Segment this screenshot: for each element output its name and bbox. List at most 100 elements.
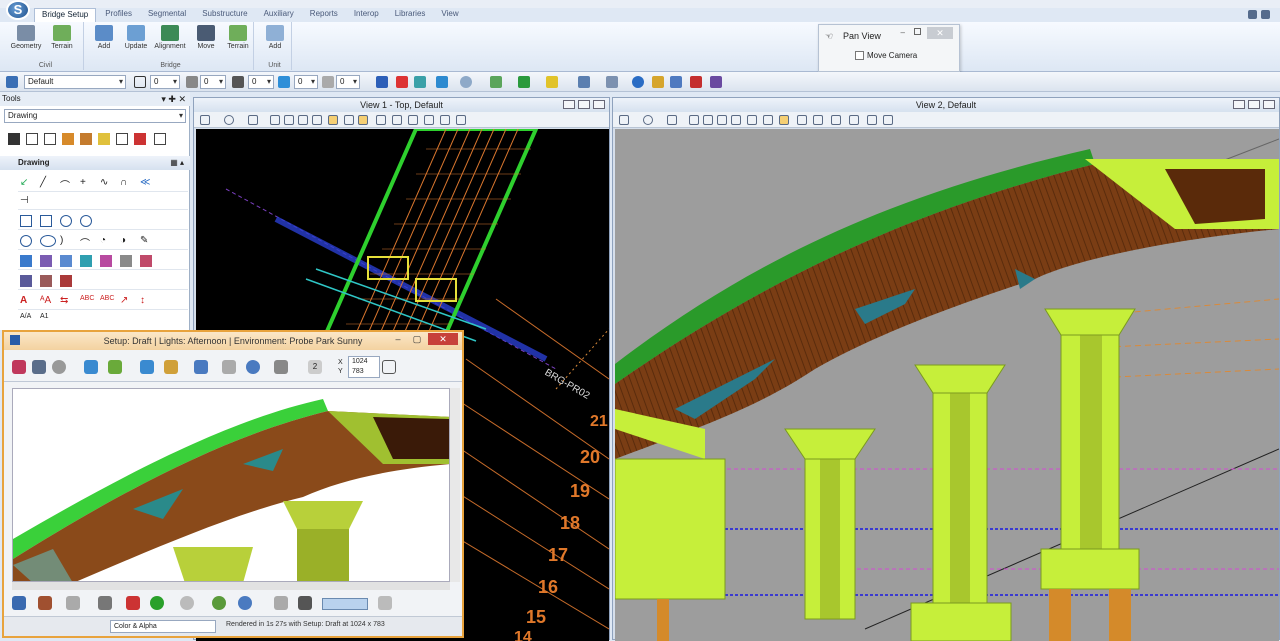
walk-icon[interactable] xyxy=(344,115,354,125)
spell-check-icon[interactable]: ABC xyxy=(80,295,94,307)
alignment-button[interactable]: Alignment xyxy=(154,25,186,50)
place-smartline-icon[interactable]: ↙ xyxy=(20,177,32,189)
close-button[interactable]: ✕ xyxy=(927,27,953,39)
bridge-add-button[interactable]: Add xyxy=(88,25,120,50)
pattern-icon[interactable] xyxy=(670,76,682,88)
cell-library-icon[interactable] xyxy=(40,275,52,287)
color-combo[interactable]: 0 xyxy=(150,75,180,89)
settings-icon[interactable] xyxy=(84,360,98,374)
section-collapse-icon[interactable]: ▦ ▴ xyxy=(170,156,184,170)
place-text-icon[interactable]: A xyxy=(20,295,32,307)
print-icon[interactable] xyxy=(66,596,80,610)
drawing-section-header[interactable]: Drawing ▦ ▴ xyxy=(0,156,190,170)
clip-mask-icon[interactable] xyxy=(867,115,877,125)
exposure-slider[interactable] xyxy=(322,598,368,610)
previous-view-icon[interactable] xyxy=(376,115,386,125)
modify-icon[interactable] xyxy=(80,133,92,145)
copy-view-icon[interactable] xyxy=(408,115,418,125)
place-circle-icon[interactable] xyxy=(80,215,92,227)
select-element-icon[interactable] xyxy=(26,133,38,145)
close-button[interactable]: ✕ xyxy=(428,333,458,345)
settings-icon[interactable] xyxy=(1261,10,1270,19)
save-image-icon[interactable] xyxy=(12,596,26,610)
transparency-combo[interactable]: 0 xyxy=(294,75,318,89)
cube-icon[interactable] xyxy=(32,360,46,374)
place-shape-icon[interactable] xyxy=(40,215,52,227)
environment-icon[interactable] xyxy=(140,360,154,374)
tab-auxiliary[interactable]: Auxiliary xyxy=(257,8,301,22)
circle-icon[interactable] xyxy=(20,235,32,247)
clip-volume-icon[interactable] xyxy=(849,115,859,125)
panel-controls[interactable]: ▾ ✚ ✕ xyxy=(161,92,186,106)
render-size-fields[interactable]: 1024 783 xyxy=(348,356,380,378)
bridge-terrain-button[interactable]: Terrain xyxy=(222,25,254,50)
level-combo[interactable]: Default xyxy=(24,75,126,89)
grid-icon[interactable] xyxy=(518,76,530,88)
tab-segmental[interactable]: Segmental xyxy=(141,8,193,22)
move-button[interactable]: Move xyxy=(190,25,222,50)
text-style-icon[interactable]: ᴬA xyxy=(40,295,52,307)
drop-cell-icon[interactable] xyxy=(60,275,72,287)
region-icon[interactable] xyxy=(100,255,112,267)
fill-icon[interactable] xyxy=(80,255,92,267)
tab-interop[interactable]: Interop xyxy=(347,8,386,22)
exposure-icon[interactable] xyxy=(298,596,312,610)
unit-add-button[interactable]: Add xyxy=(259,25,291,50)
tab-profiles[interactable]: Profiles xyxy=(98,8,139,22)
text-edit-icon[interactable] xyxy=(116,133,128,145)
globe-icon[interactable] xyxy=(238,596,252,610)
ungroup-icon[interactable] xyxy=(140,255,152,267)
measure-icon[interactable] xyxy=(578,76,590,88)
pointer-icon[interactable] xyxy=(8,133,20,145)
delete-icon[interactable] xyxy=(690,76,702,88)
info-icon[interactable] xyxy=(632,76,644,88)
clip-volume-icon[interactable] xyxy=(424,115,434,125)
sphere-icon[interactable] xyxy=(460,76,472,88)
view-control-icon[interactable] xyxy=(376,76,388,88)
minimize-button[interactable]: – xyxy=(901,28,905,37)
select-icon[interactable] xyxy=(436,76,448,88)
render-width[interactable]: 1024 xyxy=(352,358,368,365)
maximize-button[interactable]: ▢ xyxy=(409,333,425,345)
tab-bridge-setup[interactable]: Bridge Setup xyxy=(34,8,97,22)
stop-icon[interactable] xyxy=(52,360,66,374)
clear-icon[interactable] xyxy=(126,596,140,610)
tab-view[interactable]: View xyxy=(434,8,465,22)
fence-icon[interactable] xyxy=(44,133,56,145)
app-logo-icon[interactable]: S xyxy=(6,0,30,20)
next-view-icon[interactable] xyxy=(813,115,823,125)
edit-text-icon[interactable]: ⇆ xyxy=(60,295,72,307)
window-area-icon[interactable] xyxy=(298,115,308,125)
camera-icon[interactable] xyxy=(883,115,893,125)
render-height[interactable]: 783 xyxy=(352,368,364,375)
color-channels-icon[interactable] xyxy=(212,596,226,610)
camera-icon[interactable] xyxy=(274,360,288,374)
timer-icon[interactable] xyxy=(180,596,194,610)
display-style-icon[interactable] xyxy=(224,115,234,125)
priority-combo[interactable]: 0 xyxy=(336,75,360,89)
analyze-icon[interactable] xyxy=(606,76,618,88)
edit-arc-icon[interactable]: ✎ xyxy=(140,235,152,247)
delete-element-icon[interactable] xyxy=(134,133,146,145)
pattern-area-icon[interactable] xyxy=(60,255,72,267)
label-element-icon[interactable]: A1 xyxy=(40,313,52,325)
geometry-button[interactable]: Geometry xyxy=(10,25,42,50)
walk-icon[interactable] xyxy=(763,115,773,125)
minimize-icon[interactable] xyxy=(1233,100,1245,109)
material-icon[interactable] xyxy=(164,360,178,374)
maximize-icon[interactable] xyxy=(578,100,590,109)
zoom-out-icon[interactable] xyxy=(284,115,294,125)
close-icon[interactable] xyxy=(1263,100,1275,109)
maximize-icon[interactable] xyxy=(1248,100,1260,109)
place-polygon-icon[interactable] xyxy=(60,215,72,227)
next-view-icon[interactable] xyxy=(392,115,402,125)
cell-icon[interactable] xyxy=(20,275,32,287)
bridge-update-button[interactable]: Update xyxy=(120,25,152,50)
element-icon[interactable] xyxy=(396,76,408,88)
brush-icon[interactable] xyxy=(274,596,288,610)
measure-tool-icon[interactable] xyxy=(98,133,110,145)
ellipse-icon[interactable] xyxy=(40,235,56,247)
zoom-in-icon[interactable] xyxy=(689,115,699,125)
window-area-icon[interactable] xyxy=(717,115,727,125)
clip-mask-icon[interactable] xyxy=(440,115,450,125)
